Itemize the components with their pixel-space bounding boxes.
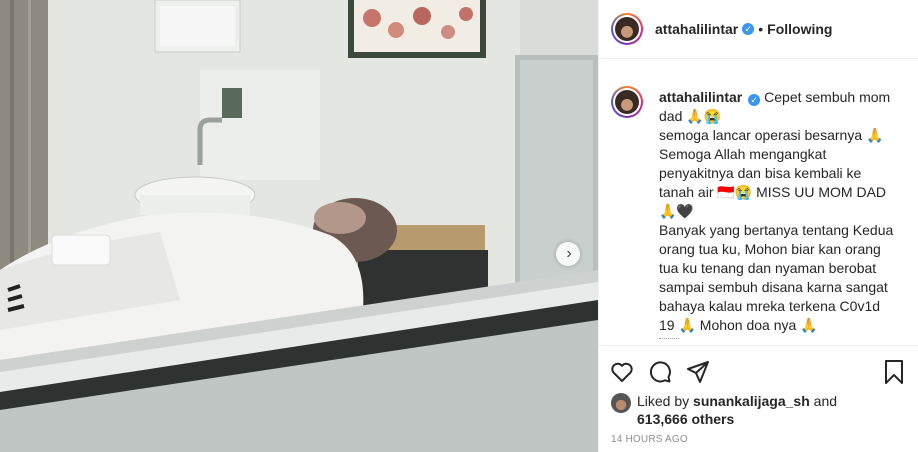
more-comments-indicator: [659, 338, 679, 340]
liker-avatar[interactable]: [611, 393, 631, 413]
post-photo[interactable]: ›: [0, 0, 598, 452]
post-side-panel: attahalilintar ✓ • Following attahalilin…: [598, 0, 918, 452]
profile-avatar[interactable]: [611, 13, 643, 45]
post-timestamp[interactable]: 14 HOURS AGO: [611, 434, 688, 445]
caption-username[interactable]: attahalilintar: [659, 89, 742, 105]
post-caption: attahalilintar ✓ Cepet sembuh mom dad 🙏😭 …: [599, 74, 918, 340]
comment-icon[interactable]: [647, 359, 673, 385]
caption-line: Banyak yang bertanya tentang Kedua orang…: [659, 222, 894, 333]
heart-icon[interactable]: [609, 359, 635, 385]
caption-text: attahalilintar ✓ Cepet sembuh mom dad 🙏😭 …: [659, 88, 897, 335]
instagram-post: › attahalilintar ✓ • Following attahalil…: [0, 0, 918, 452]
post-header: attahalilintar ✓ • Following: [599, 0, 918, 59]
caption-avatar[interactable]: [611, 86, 643, 118]
liker-username[interactable]: sunankalijaga_sh: [693, 393, 810, 409]
following-button[interactable]: Following: [767, 21, 832, 37]
verified-badge-icon: ✓: [742, 23, 755, 35]
verified-badge-icon: ✓: [748, 94, 761, 106]
header-username[interactable]: attahalilintar: [655, 21, 738, 37]
header-separator: •: [758, 21, 764, 37]
share-icon[interactable]: [685, 359, 711, 385]
bookmark-icon[interactable]: [881, 359, 907, 385]
action-bar: [599, 345, 918, 396]
hospital-photo-image: [0, 0, 598, 452]
caption-line: attahalilintar ✓ Cepet sembuh mom dad 🙏😭: [659, 89, 891, 124]
chevron-right-icon: ›: [566, 245, 572, 262]
next-photo-button[interactable]: ›: [556, 242, 580, 266]
caption-line: semoga lancar operasi besarnya 🙏: [659, 127, 884, 143]
likes-count[interactable]: 613,666 others: [637, 411, 734, 427]
caption-line: Semoga Allah mengangkat penyakitnya dan …: [659, 146, 887, 219]
